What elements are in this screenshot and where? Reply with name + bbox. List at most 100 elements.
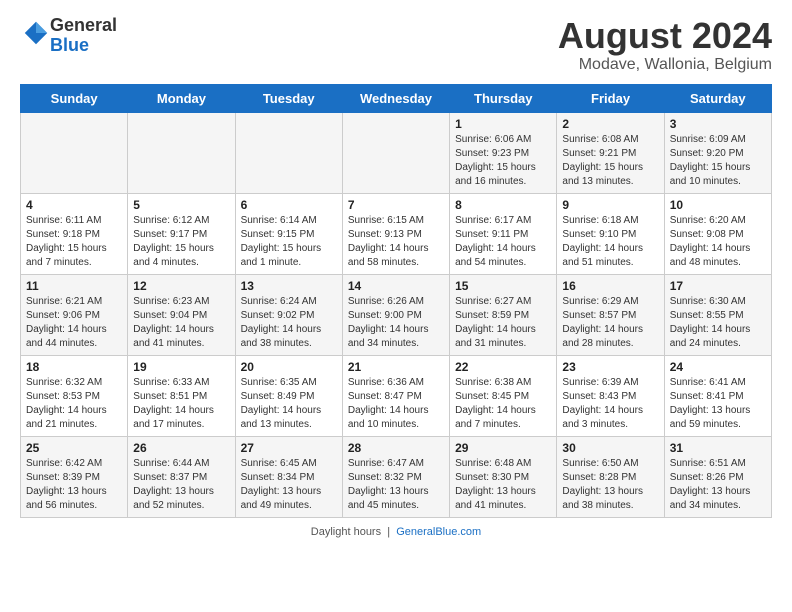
- cell-info: Sunrise: 6:38 AM Sunset: 8:45 PM Dayligh…: [455, 376, 551, 432]
- calendar-cell: 24 Sunrise: 6:41 AM Sunset: 8:41 PM Dayli…: [664, 355, 771, 436]
- logo: General Blue: [20, 16, 117, 56]
- calendar-cell: 31 Sunrise: 6:51 AM Sunset: 8:26 PM Dayli…: [664, 436, 771, 517]
- calendar-cell: 8 Sunrise: 6:17 AM Sunset: 9:11 PM Daylig…: [450, 193, 557, 274]
- calendar-cell: 6 Sunrise: 6:14 AM Sunset: 9:15 PM Daylig…: [235, 193, 342, 274]
- calendar-cell: 2 Sunrise: 6:08 AM Sunset: 9:21 PM Daylig…: [557, 112, 664, 193]
- calendar-cell: 14 Sunrise: 6:26 AM Sunset: 9:00 PM Dayli…: [342, 274, 449, 355]
- footer: Daylight hours | GeneralBlue.com: [20, 526, 772, 538]
- calendar-cell: 1Sunrise: 6:06 AM Sunset: 9:23 PM Daylig…: [450, 112, 557, 193]
- calendar-cell: 20 Sunrise: 6:35 AM Sunset: 8:49 PM Dayli…: [235, 355, 342, 436]
- day-number: 15: [455, 279, 551, 293]
- cell-info: Sunrise: 6:09 AM Sunset: 9:20 PM Dayligh…: [670, 133, 766, 189]
- cell-info: Sunrise: 6:47 AM Sunset: 8:32 PM Dayligh…: [348, 457, 444, 513]
- day-number: 3: [670, 117, 766, 131]
- calendar-cell: 16Sunrise: 6:29 AM Sunset: 8:57 PM Dayli…: [557, 274, 664, 355]
- calendar-cell: [342, 112, 449, 193]
- calendar-cell: 18Sunrise: 6:32 AM Sunset: 8:53 PM Dayli…: [21, 355, 128, 436]
- header-wednesday: Wednesday: [342, 84, 449, 112]
- day-number: 31: [670, 441, 766, 455]
- cell-info: Sunrise: 6:29 AM Sunset: 8:57 PM Dayligh…: [562, 295, 658, 351]
- calendar-cell: [21, 112, 128, 193]
- cell-info: Sunrise: 6:50 AM Sunset: 8:28 PM Dayligh…: [562, 457, 658, 513]
- day-number: 4: [26, 198, 122, 212]
- cell-info: Sunrise: 6:23 AM Sunset: 9:04 PM Dayligh…: [133, 295, 229, 351]
- header-monday: Monday: [128, 84, 235, 112]
- logo-general: General: [50, 15, 117, 35]
- calendar-cell: [235, 112, 342, 193]
- header-saturday: Saturday: [664, 84, 771, 112]
- header-thursday: Thursday: [450, 84, 557, 112]
- day-number: 9: [562, 198, 658, 212]
- calendar-cell: 4 Sunrise: 6:11 AM Sunset: 9:18 PM Daylig…: [21, 193, 128, 274]
- logo-blue: Blue: [50, 35, 89, 55]
- day-number: 20: [241, 360, 337, 374]
- logo-text: General Blue: [50, 16, 117, 56]
- daylight-label: Daylight hours: [311, 526, 381, 538]
- day-number: 22: [455, 360, 551, 374]
- calendar-cell: 23Sunrise: 6:39 AM Sunset: 8:43 PM Dayli…: [557, 355, 664, 436]
- cell-info: Sunrise: 6:21 AM Sunset: 9:06 PM Dayligh…: [26, 295, 122, 351]
- calendar-cell: 21 Sunrise: 6:36 AM Sunset: 8:47 PM Dayli…: [342, 355, 449, 436]
- day-number: 6: [241, 198, 337, 212]
- day-number: 13: [241, 279, 337, 293]
- day-number: 17: [670, 279, 766, 293]
- cell-info: Sunrise: 6:36 AM Sunset: 8:47 PM Dayligh…: [348, 376, 444, 432]
- calendar-cell: 13 Sunrise: 6:24 AM Sunset: 9:02 PM Dayli…: [235, 274, 342, 355]
- cell-info: Sunrise: 6:08 AM Sunset: 9:21 PM Dayligh…: [562, 133, 658, 189]
- day-number: 29: [455, 441, 551, 455]
- day-number: 10: [670, 198, 766, 212]
- main-title: August 2024: [558, 16, 772, 56]
- cell-info: Sunrise: 6:18 AM Sunset: 9:10 PM Dayligh…: [562, 214, 658, 270]
- day-number: 26: [133, 441, 229, 455]
- day-number: 1: [455, 117, 551, 131]
- calendar-cell: 19 Sunrise: 6:33 AM Sunset: 8:51 PM Dayli…: [128, 355, 235, 436]
- week-row-0: 1Sunrise: 6:06 AM Sunset: 9:23 PM Daylig…: [21, 112, 772, 193]
- calendar-cell: 10Sunrise: 6:20 AM Sunset: 9:08 PM Dayli…: [664, 193, 771, 274]
- cell-info: Sunrise: 6:35 AM Sunset: 8:49 PM Dayligh…: [241, 376, 337, 432]
- day-number: 19: [133, 360, 229, 374]
- calendar-cell: 28 Sunrise: 6:47 AM Sunset: 8:32 PM Dayli…: [342, 436, 449, 517]
- header-tuesday: Tuesday: [235, 84, 342, 112]
- header-sunday: Sunday: [21, 84, 128, 112]
- calendar-header-row: SundayMondayTuesdayWednesdayThursdayFrid…: [21, 84, 772, 112]
- cell-info: Sunrise: 6:32 AM Sunset: 8:53 PM Dayligh…: [26, 376, 122, 432]
- calendar-cell: 17 Sunrise: 6:30 AM Sunset: 8:55 PM Dayli…: [664, 274, 771, 355]
- day-number: 28: [348, 441, 444, 455]
- week-row-3: 18Sunrise: 6:32 AM Sunset: 8:53 PM Dayli…: [21, 355, 772, 436]
- title-block: August 2024 Modave, Wallonia, Belgium: [558, 16, 772, 74]
- cell-info: Sunrise: 6:42 AM Sunset: 8:39 PM Dayligh…: [26, 457, 122, 513]
- cell-info: Sunrise: 6:48 AM Sunset: 8:30 PM Dayligh…: [455, 457, 551, 513]
- cell-info: Sunrise: 6:45 AM Sunset: 8:34 PM Dayligh…: [241, 457, 337, 513]
- cell-info: Sunrise: 6:26 AM Sunset: 9:00 PM Dayligh…: [348, 295, 444, 351]
- cell-info: Sunrise: 6:14 AM Sunset: 9:15 PM Dayligh…: [241, 214, 337, 270]
- page: General Blue August 2024 Modave, Walloni…: [0, 0, 792, 554]
- calendar-cell: 7Sunrise: 6:15 AM Sunset: 9:13 PM Daylig…: [342, 193, 449, 274]
- day-number: 24: [670, 360, 766, 374]
- cell-info: Sunrise: 6:17 AM Sunset: 9:11 PM Dayligh…: [455, 214, 551, 270]
- calendar-cell: 5 Sunrise: 6:12 AM Sunset: 9:17 PM Daylig…: [128, 193, 235, 274]
- cell-info: Sunrise: 6:44 AM Sunset: 8:37 PM Dayligh…: [133, 457, 229, 513]
- calendar-table: SundayMondayTuesdayWednesdayThursdayFrid…: [20, 84, 772, 518]
- day-number: 30: [562, 441, 658, 455]
- cell-info: Sunrise: 6:39 AM Sunset: 8:43 PM Dayligh…: [562, 376, 658, 432]
- cell-info: Sunrise: 6:11 AM Sunset: 9:18 PM Dayligh…: [26, 214, 122, 270]
- day-number: 5: [133, 198, 229, 212]
- day-number: 14: [348, 279, 444, 293]
- cell-info: Sunrise: 6:51 AM Sunset: 8:26 PM Dayligh…: [670, 457, 766, 513]
- cell-info: Sunrise: 6:33 AM Sunset: 8:51 PM Dayligh…: [133, 376, 229, 432]
- cell-info: Sunrise: 6:24 AM Sunset: 9:02 PM Dayligh…: [241, 295, 337, 351]
- calendar-cell: 30 Sunrise: 6:50 AM Sunset: 8:28 PM Dayli…: [557, 436, 664, 517]
- day-number: 2: [562, 117, 658, 131]
- calendar-cell: 26 Sunrise: 6:44 AM Sunset: 8:37 PM Dayli…: [128, 436, 235, 517]
- day-number: 12: [133, 279, 229, 293]
- cell-info: Sunrise: 6:30 AM Sunset: 8:55 PM Dayligh…: [670, 295, 766, 351]
- cell-info: Sunrise: 6:41 AM Sunset: 8:41 PM Dayligh…: [670, 376, 766, 432]
- cell-info: Sunrise: 6:12 AM Sunset: 9:17 PM Dayligh…: [133, 214, 229, 270]
- calendar-cell: 22 Sunrise: 6:38 AM Sunset: 8:45 PM Dayli…: [450, 355, 557, 436]
- day-number: 8: [455, 198, 551, 212]
- day-number: 21: [348, 360, 444, 374]
- day-number: 25: [26, 441, 122, 455]
- week-row-2: 11Sunrise: 6:21 AM Sunset: 9:06 PM Dayli…: [21, 274, 772, 355]
- calendar-cell: 27Sunrise: 6:45 AM Sunset: 8:34 PM Dayli…: [235, 436, 342, 517]
- subtitle: Modave, Wallonia, Belgium: [558, 56, 772, 74]
